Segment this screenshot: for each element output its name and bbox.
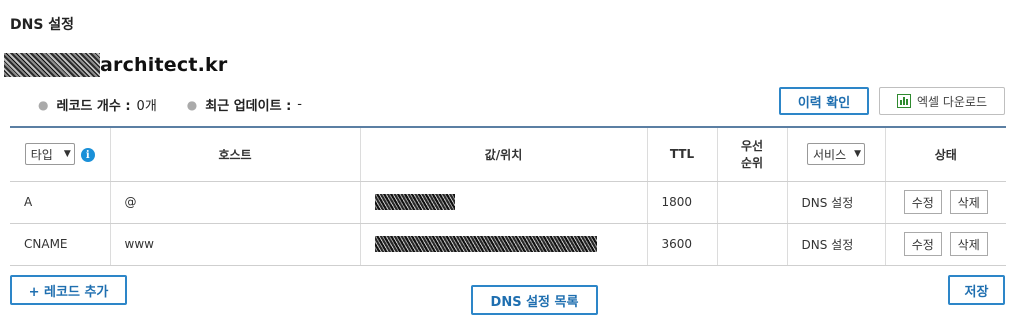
header-value: 값/위치 [360, 127, 648, 182]
cell-ttl: 3600 [647, 223, 718, 266]
info-icon[interactable]: i [80, 148, 95, 163]
cell-service: DNS 설정 [787, 223, 886, 266]
last-update: ● 최근 업데이트 : - [187, 95, 302, 114]
cell-value [360, 181, 648, 224]
delete-button[interactable]: 삭제 [949, 190, 988, 214]
add-record-button[interactable]: + 레코드 추가 [10, 275, 127, 305]
last-update-label: 최근 업데이트 : [205, 99, 292, 114]
domain-name: architect.kr [100, 54, 228, 76]
dns-records-table: 타입 ▼ i 호스트 값/위치 TTL 우선 순위 서비스 ▼ 상태 A @ 1800… [10, 126, 1006, 266]
table-row: CNAME www 3600 DNS 설정 수정 삭제 [10, 223, 1006, 266]
last-update-value: - [297, 97, 302, 112]
cell-ttl: 1800 [647, 181, 718, 224]
excel-download-button[interactable]: 엑셀 다운로드 [879, 87, 1005, 115]
redacted-value [374, 236, 597, 252]
domain-header: architect.kr [4, 52, 227, 78]
cell-type: A [10, 181, 111, 224]
header-type: 타입 ▼ i [10, 127, 111, 182]
dns-settings-list-button[interactable]: DNS 설정 목록 [471, 285, 598, 315]
record-count-value: 0개 [136, 99, 157, 114]
page-title: DNS 설정 [10, 17, 75, 33]
table-header-row: 타입 ▼ i 호스트 값/위치 TTL 우선 순위 서비스 ▼ 상태 [10, 127, 1006, 182]
edit-button[interactable]: 수정 [903, 190, 942, 214]
cell-service: DNS 설정 [787, 181, 886, 224]
header-service: 서비스 ▼ [787, 127, 886, 182]
record-count-label: 레코드 개수 : [56, 99, 131, 114]
history-button[interactable]: 이력 확인 [779, 87, 869, 115]
cell-host: www [110, 223, 361, 266]
redacted-domain-prefix [4, 53, 100, 77]
cell-value [360, 223, 648, 266]
redacted-value [374, 194, 455, 210]
service-filter-select[interactable]: 서비스 ▼ [807, 143, 865, 166]
header-status: 상태 [885, 127, 1006, 182]
record-count: ● 레코드 개수 : 0개 [38, 95, 157, 115]
header-ttl: TTL [647, 127, 718, 182]
cell-priority [717, 223, 788, 266]
type-filter-select[interactable]: 타입 ▼ [24, 143, 75, 166]
save-button[interactable]: 저장 [948, 275, 1005, 305]
excel-download-label: 엑셀 다운로드 [916, 94, 988, 109]
excel-chart-icon [896, 94, 911, 108]
bullet-icon: ● [186, 97, 198, 112]
cell-type: CNAME [10, 223, 111, 266]
chevron-down-icon: ▼ [854, 149, 861, 160]
chevron-down-icon: ▼ [63, 149, 71, 160]
table-row: A @ 1800 DNS 설정 수정 삭제 [10, 181, 1006, 224]
bullet-icon: ● [38, 97, 49, 112]
header-priority: 우선 순위 [717, 127, 788, 182]
delete-button[interactable]: 삭제 [949, 232, 988, 256]
edit-button[interactable]: 수정 [903, 232, 942, 256]
cell-host: @ [110, 181, 361, 224]
cell-priority [717, 181, 788, 224]
cell-actions: 수정 삭제 [885, 223, 1006, 266]
cell-actions: 수정 삭제 [885, 181, 1006, 224]
record-summary: ● 레코드 개수 : 0개 ● 최근 업데이트 : - [38, 95, 302, 114]
header-host: 호스트 [110, 127, 361, 182]
